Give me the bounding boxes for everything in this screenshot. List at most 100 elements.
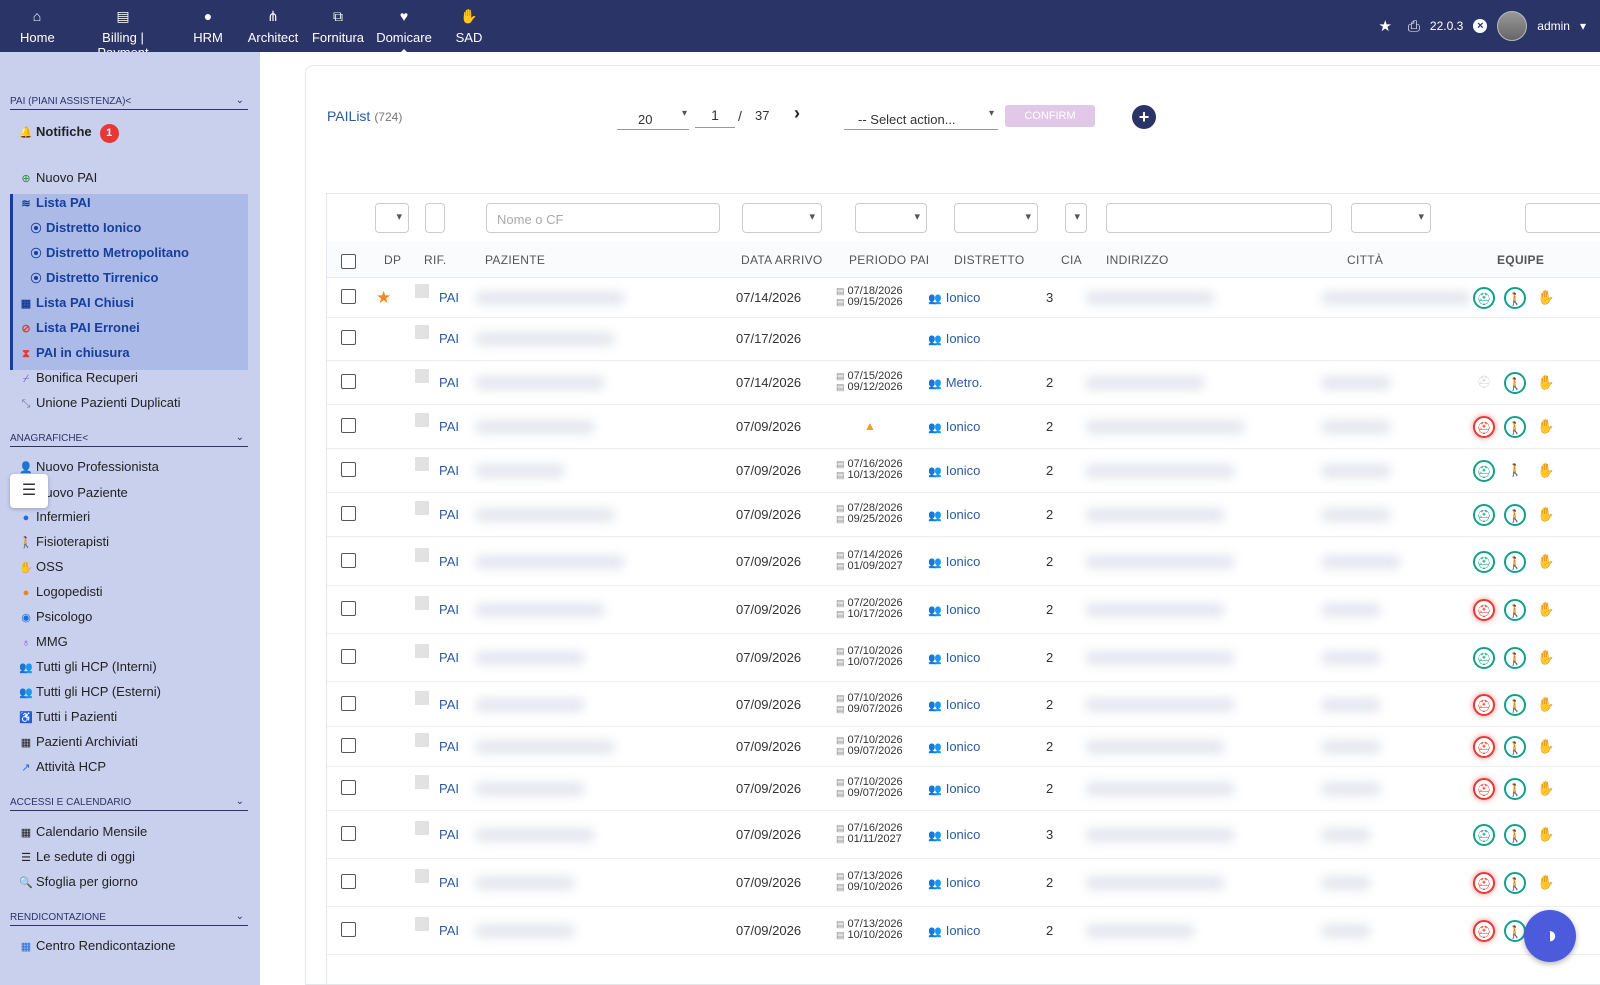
sidebar-item-distretto-ionico[interactable]: ⦿ Distretto Ionico (28, 220, 142, 236)
header-distretto[interactable]: DISTRETTO (954, 253, 1024, 267)
physio-walking-icon[interactable]: 🚶 (1504, 736, 1526, 758)
nurse-icon[interactable]: ⛑ (1473, 551, 1495, 573)
row-checkbox[interactable] (341, 506, 356, 521)
distretto[interactable]: 👥 Ionico (928, 827, 980, 842)
sidebar-item-distretto-metropolitano[interactable]: ⦿ Distretto Metropolitano (28, 245, 190, 261)
sidebar-item-distretto-tirrenico[interactable]: ⦿ Distretto Tirrenico (28, 270, 159, 286)
physio-walking-icon[interactable]: 🚶 (1504, 824, 1526, 846)
distretto[interactable]: 👥 Ionico (928, 923, 980, 938)
sidebar-item-attivita-hcp[interactable]: ↗ Attività HCP (18, 759, 106, 774)
header-periodo-pai[interactable]: PERIODO PAI (849, 253, 929, 267)
filter-dp[interactable] (375, 203, 409, 233)
page-size-select[interactable]: 20 ▾ (617, 106, 689, 130)
oss-hands-icon[interactable]: ✋ (1535, 694, 1557, 716)
row-checkbox[interactable] (341, 826, 356, 841)
assistant-fab-icon[interactable]: ◑ (1524, 910, 1576, 962)
sidebar-item-sedute-oggi[interactable]: ☰ Le sedute di oggi (18, 849, 135, 864)
header-dp[interactable]: DP (384, 253, 401, 267)
filter-rif[interactable] (425, 203, 445, 233)
oss-hands-icon[interactable]: ✋ (1535, 287, 1557, 309)
sidebar-item-fisioterapisti[interactable]: 🚶 Fisioterapisti (18, 534, 109, 549)
star-icon[interactable]: ★ (1378, 17, 1391, 35)
sidebar-item-pai-in-chiusura[interactable]: ⧗ PAI in chiusura (18, 345, 130, 361)
table-row[interactable]: PAI 07/09/2026 ▤ 07/16/2026 ▤ 01/11/2027 👥 I… (327, 811, 1600, 859)
oss-hands-icon[interactable]: ✋ (1535, 599, 1557, 621)
nav-architect[interactable]: ⋔ Architect (246, 8, 300, 45)
oss-hands-icon[interactable]: ✋ (1535, 551, 1557, 573)
section-anagrafiche[interactable]: ANAGRAFICHE< ⌄ (10, 432, 248, 447)
rif-link[interactable]: PAI (439, 602, 459, 617)
sidebar-item-infermieri[interactable]: ● Infermieri (18, 509, 91, 524)
nav-fornitura[interactable]: ⧉ Fornitura (311, 8, 365, 45)
nurse-icon[interactable]: ⛑ (1473, 599, 1495, 621)
filter-cia[interactable] (1065, 203, 1087, 233)
sidebar-item-nuovo-pai[interactable]: ⊕ Nuovo PAI (18, 170, 97, 185)
table-row[interactable]: PAI 07/09/2026 ▤ 07/10/2026 ▤ 10/07/2026 👥 I… (327, 634, 1600, 682)
table-row[interactable]: PAI 07/09/2026 ▤ 07/13/2026 ▤ 09/10/2026 👥 I… (327, 859, 1600, 907)
next-page-icon[interactable]: › (794, 103, 800, 124)
physio-walking-icon[interactable]: 🚶 (1504, 551, 1526, 573)
nurse-icon[interactable]: ⛑ (1473, 504, 1495, 526)
section-pai[interactable]: PAI (PIANI ASSISTENZA)< ⌄ (10, 95, 248, 110)
sidebar-item-tutti-pazienti[interactable]: ♿ Tutti i Pazienti (18, 709, 117, 724)
row-checkbox[interactable] (341, 330, 356, 345)
filter-periodo[interactable] (855, 203, 927, 233)
row-checkbox[interactable] (341, 738, 356, 753)
rif-link[interactable]: PAI (439, 650, 459, 665)
filter-distretto[interactable] (954, 203, 1038, 233)
physio-walking-icon[interactable]: 🚶 (1504, 920, 1526, 942)
row-checkbox[interactable] (341, 922, 356, 937)
header-indirizzo[interactable]: INDIRIZZO (1106, 253, 1169, 267)
nurse-icon[interactable]: ⛑ (1473, 372, 1495, 394)
sidebar-item-bonifica-recuperi[interactable]: ⌿ Bonifica Recuperi (18, 370, 138, 386)
rif-link[interactable]: PAI (439, 507, 459, 522)
section-accessi[interactable]: ACCESSI E CALENDARIO ⌄ (10, 796, 248, 811)
sidebar-item-centro-rendicontazione[interactable]: ▦ Centro Rendicontazione (18, 938, 176, 953)
distretto[interactable]: 👥 Ionico (928, 419, 980, 434)
nurse-icon[interactable]: ⛑ (1473, 287, 1495, 309)
table-row[interactable]: PAI 07/09/2026 ▤ 07/20/2026 ▤ 10/17/2026 👥 I… (327, 586, 1600, 634)
rif-link[interactable]: PAI (439, 419, 459, 434)
nav-sad[interactable]: ✋ SAD (454, 8, 484, 45)
header-paziente[interactable]: PAZIENTE (485, 253, 545, 267)
physio-walking-icon[interactable]: 🚶 (1504, 647, 1526, 669)
rif-link[interactable]: PAI (439, 875, 459, 890)
filter-citta[interactable] (1351, 203, 1431, 233)
rif-link[interactable]: PAI (439, 554, 459, 569)
distretto[interactable]: 👥 Ionico (928, 875, 980, 890)
search-input[interactable]: Nome o CF (486, 203, 720, 233)
row-checkbox[interactable] (341, 374, 356, 389)
sidebar-item-lista-pai-chiusi[interactable]: ▦ Lista PAI Chiusi (18, 295, 134, 310)
sidebar-item-oss[interactable]: ✋ OSS (18, 559, 63, 574)
confirm-button[interactable]: CONFIRM (1005, 105, 1095, 127)
rif-link[interactable]: PAI (439, 331, 459, 346)
sidebar-item-notifiche[interactable]: 🔔 Notifiche 1 (18, 124, 119, 143)
sidebar-item-nuovo-professionista[interactable]: 👤 Nuovo Professionista (18, 459, 159, 474)
filter-equipe[interactable] (1525, 203, 1600, 233)
table-row[interactable]: PAI 07/09/2026 ▤ 07/10/2026 ▤ 09/07/2026 👥 I… (327, 727, 1600, 767)
distretto[interactable]: 👥 Metro. (928, 375, 983, 390)
rif-link[interactable]: PAI (439, 463, 459, 478)
rif-link[interactable]: PAI (439, 739, 459, 754)
oss-hands-icon[interactable]: ✋ (1535, 647, 1557, 669)
nurse-icon[interactable]: ⛑ (1473, 416, 1495, 438)
nurse-icon[interactable]: ⛑ (1473, 920, 1495, 942)
rif-link[interactable]: PAI (439, 923, 459, 938)
sidebar-item-sfoglia-giorno[interactable]: 🔍 Sfoglia per giorno (18, 874, 138, 889)
table-row[interactable]: ★ PAI 07/14/2026 ▤ 07/18/2026 ▤ 09/15/2026 👥… (327, 278, 1600, 318)
distretto[interactable]: 👥 Ionico (928, 781, 980, 796)
nurse-icon[interactable]: ⛑ (1473, 824, 1495, 846)
oss-hands-icon[interactable]: ✋ (1535, 736, 1557, 758)
section-rendicontazione[interactable]: RENDICONTAZIONE ⌄ (10, 911, 248, 926)
table-row[interactable]: PAI 07/09/2026 ▲ 👥 Ionico 2 ⛑ 🚶 ✋ (327, 405, 1600, 449)
nurse-icon[interactable]: ⛑ (1473, 736, 1495, 758)
oss-hands-icon[interactable]: ✋ (1535, 372, 1557, 394)
chevron-down-icon[interactable]: ▾ (1580, 19, 1586, 33)
physio-walking-icon[interactable]: 🚶 (1504, 872, 1526, 894)
header-cia[interactable]: CIA (1061, 253, 1082, 267)
oss-hands-icon[interactable]: ✋ (1535, 504, 1557, 526)
table-row[interactable]: PAI 07/09/2026 ▤ 07/10/2026 ▤ 09/07/2026 👥 I… (327, 767, 1600, 811)
printer-icon[interactable]: ⎙ (1408, 18, 1420, 35)
oss-hands-icon[interactable]: ✋ (1535, 460, 1557, 482)
hamburger-menu-icon[interactable]: ☰ (10, 474, 48, 508)
